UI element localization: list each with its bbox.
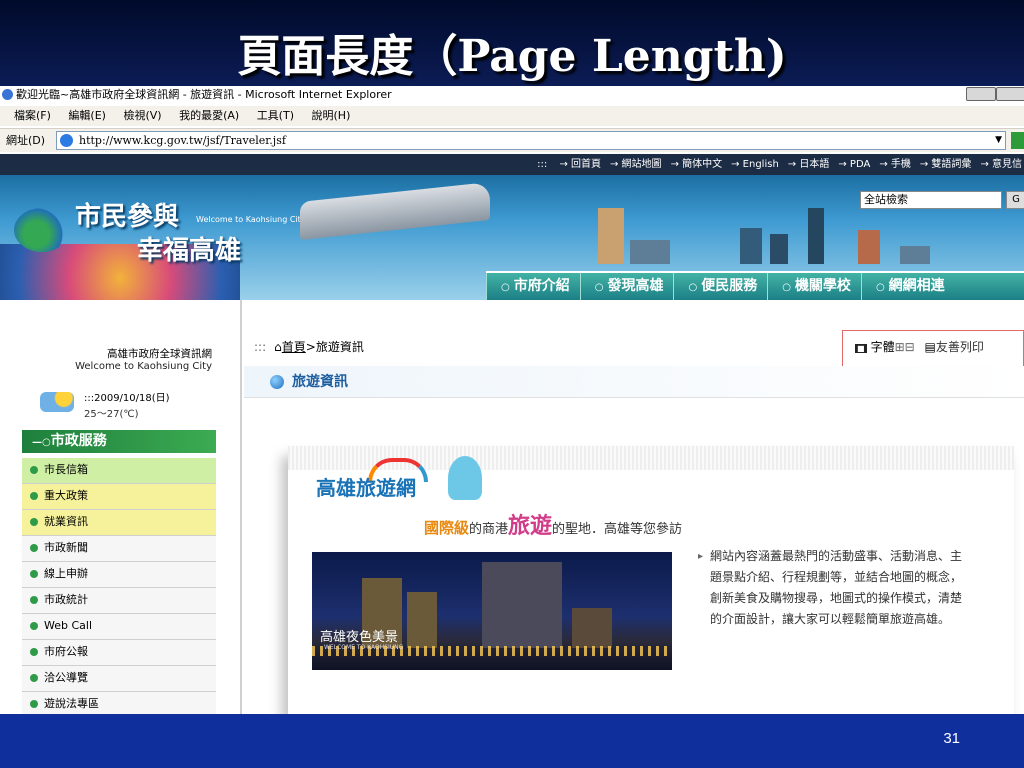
top-link-feedback[interactable]: → 意見信 xyxy=(980,159,1022,170)
sidebar-menu: 市長信箱 重大政策 就業資訊 市政新聞 線上申辦 市政統計 Web Call 市… xyxy=(22,458,216,714)
top-link-sitemap[interactable]: → 網站地圖 xyxy=(610,159,662,170)
nav-links[interactable]: 網網相連 xyxy=(860,273,955,301)
top-links: ::: → 回首頁 → 網站地圖 → 簡体中文 → English → 日本語 → PDA… xyxy=(0,154,1024,175)
main-nav: 市府介紹發現高雄便民服務機關學校網網相連 xyxy=(486,271,1024,301)
main-content: ::: ⌂首頁>旅遊資訊 ■ 字體⊞⊟ ▤友善列印 旅遊資訊 高雄旅遊網 國際級的商… xyxy=(244,300,1024,714)
page-tools: ■ 字體⊞⊟ ▤友善列印 xyxy=(842,330,1024,368)
browser-title-bar: 歡迎光臨~高雄市政府全球資訊網 - 旅遊資訊 - Microsoft Inter… xyxy=(0,86,1024,103)
photo-caption: 高雄夜色美景 xyxy=(320,630,399,645)
menu-edit[interactable]: 編輯(E) xyxy=(68,109,106,122)
address-bar: 網址(D) http://www.kcg.gov.tw/jsf/Traveler… xyxy=(0,128,1024,152)
top-link-mobile[interactable]: → 手機 xyxy=(879,159,911,170)
sidebar-site-name: 高雄市政府全球資訊網 xyxy=(107,348,212,360)
temperature-text: 25～27(℃) xyxy=(84,409,139,420)
slogan: 國際級的商港旅遊的聖地．高雄等您參訪 xyxy=(424,508,682,540)
slide-title: 頁面長度（Page Length) xyxy=(237,31,787,82)
mascot-icon xyxy=(448,456,482,500)
sidebar: 高雄市政府全球資訊網 Welcome to Kaohsiung City :::… xyxy=(0,300,242,714)
sidebar-item-news[interactable]: 市政新聞 xyxy=(22,536,216,562)
site-banner: ::: → 回首頁 → 網站地圖 → 簡体中文 → English → 日本語 → PDA… xyxy=(0,154,1024,414)
metro-train-image xyxy=(300,182,490,240)
url-text: http://www.kcg.gov.tw/jsf/Traveler.jsf xyxy=(79,134,286,147)
address-label: 網址(D) xyxy=(6,134,46,147)
breadcrumb-current: >旅遊資訊 xyxy=(305,340,364,354)
font-size-label: 字體 xyxy=(870,340,895,354)
night-view-photo[interactable]: 高雄夜色美景 WELCOME TO KAOHSIUNG xyxy=(312,552,672,670)
slogan-part2: 的商港 xyxy=(469,522,509,537)
menu-help[interactable]: 說明(H) xyxy=(312,109,351,122)
slogan-part3: 旅遊 xyxy=(508,514,553,539)
ie-icon xyxy=(2,89,13,100)
nav-agencies[interactable]: 機關學校 xyxy=(767,273,861,301)
sidebar-item-statistics[interactable]: 市政統計 xyxy=(22,588,216,614)
logo-subtitle: Welcome to Kaohsiung City xyxy=(196,215,306,224)
font-size-icon: ■ xyxy=(855,344,867,353)
tourism-logo[interactable]: 高雄旅遊網 xyxy=(316,472,416,501)
photo-subcaption: WELCOME TO KAOHSIUNG xyxy=(324,644,404,651)
logo-text-line1: 市民參與 xyxy=(75,202,180,232)
font-increase-button[interactable]: ⊞ xyxy=(895,340,905,354)
date-text: :::2009/10/18(日) xyxy=(84,393,170,404)
tourism-card: 高雄旅遊網 國際級的商港旅遊的聖地．高雄等您參訪 高雄夜色美景 WELCOME … xyxy=(288,446,1014,714)
print-link[interactable]: 友善列印 xyxy=(936,340,984,354)
breadcrumb-dots: ::: xyxy=(254,340,267,354)
window-title: 歡迎光臨~高雄市政府全球資訊網 - 旅遊資訊 - Microsoft Inter… xyxy=(16,88,392,101)
sidebar-site-name-en: Welcome to Kaohsiung City xyxy=(75,361,212,372)
site-search-button[interactable]: G xyxy=(1006,191,1024,209)
top-link-english[interactable]: → English xyxy=(731,159,779,170)
menu-tools[interactable]: 工具(T) xyxy=(257,109,294,122)
url-field[interactable]: http://www.kcg.gov.tw/jsf/Traveler.jsf ▼ xyxy=(56,131,1006,150)
top-link-simplified[interactable]: → 簡体中文 xyxy=(671,159,723,170)
top-link-glossary[interactable]: → 雙語詞彙 xyxy=(920,159,972,170)
slogan-part1: 國際級 xyxy=(424,519,470,537)
top-link-japanese[interactable]: → 日本語 xyxy=(788,159,830,170)
nav-discover[interactable]: 發現高雄 xyxy=(579,273,674,301)
nav-services[interactable]: 便民服務 xyxy=(673,273,767,301)
breadcrumb-home[interactable]: 首頁 xyxy=(282,340,306,354)
go-button[interactable] xyxy=(1011,132,1024,149)
sidebar-item-online-apply[interactable]: 線上申辦 xyxy=(22,562,216,588)
print-icon: ▤ xyxy=(924,340,936,354)
sidebar-item-gazette[interactable]: 市府公報 xyxy=(22,640,216,666)
sidebar-item-guide[interactable]: 洽公導覽 xyxy=(22,666,216,692)
nav-city-intro[interactable]: 市府介紹 xyxy=(486,273,580,301)
menu-view[interactable]: 檢視(V) xyxy=(123,109,161,122)
browser-menu-bar: 檔案(F) 編輯(E) 檢視(V) 我的最愛(A) 工具(T) 說明(H) xyxy=(0,106,1024,126)
sidebar-section-title: 市政服務 xyxy=(22,430,216,453)
section-title: 旅遊資訊 xyxy=(244,366,1024,398)
sidebar-item-lobbying[interactable]: 遊說法專區 xyxy=(22,692,216,714)
sidebar-item-web-call[interactable]: Web Call xyxy=(22,614,216,640)
sidebar-item-mayor-mailbox[interactable]: 市長信箱 xyxy=(22,458,216,484)
logo-text-line2: 幸福高雄 xyxy=(137,236,242,266)
top-link-pda[interactable]: → PDA xyxy=(838,159,870,170)
home-icon: ⌂ xyxy=(274,340,282,354)
slogan-part4: 的聖地．高雄等您參訪 xyxy=(552,522,683,537)
top-link-dots: ::: xyxy=(537,159,551,170)
maximize-button[interactable] xyxy=(996,87,1024,101)
chevron-down-icon[interactable]: ▼ xyxy=(995,132,1002,149)
sidebar-item-policies[interactable]: 重大政策 xyxy=(22,484,216,510)
city-logo-icon xyxy=(14,208,70,252)
menu-favorites[interactable]: 我的最愛(A) xyxy=(179,109,239,122)
minimize-button[interactable] xyxy=(966,87,996,101)
font-decrease-button[interactable]: ⊟ xyxy=(905,340,915,354)
page-icon xyxy=(60,134,73,147)
menu-file[interactable]: 檔案(F) xyxy=(14,109,51,122)
weather-icon xyxy=(40,392,74,412)
slide-page-number: 31 xyxy=(943,730,960,747)
description-text: 網站內容涵蓋最熱門的活動盛事、活動消息、主題景點介紹、行程規劃等，並結合地圖的概… xyxy=(698,546,972,630)
browser-screenshot: 歡迎光臨~高雄市政府全球資訊網 - 旅遊資訊 - Microsoft Inter… xyxy=(0,86,1024,714)
slide-footer-bar xyxy=(0,714,1024,768)
breadcrumb: ::: ⌂首頁>旅遊資訊 xyxy=(254,338,364,355)
top-link-home[interactable]: → 回首頁 xyxy=(559,159,601,170)
site-search-input[interactable]: 全站檢索 xyxy=(860,191,1002,209)
sidebar-item-jobs[interactable]: 就業資訊 xyxy=(22,510,216,536)
